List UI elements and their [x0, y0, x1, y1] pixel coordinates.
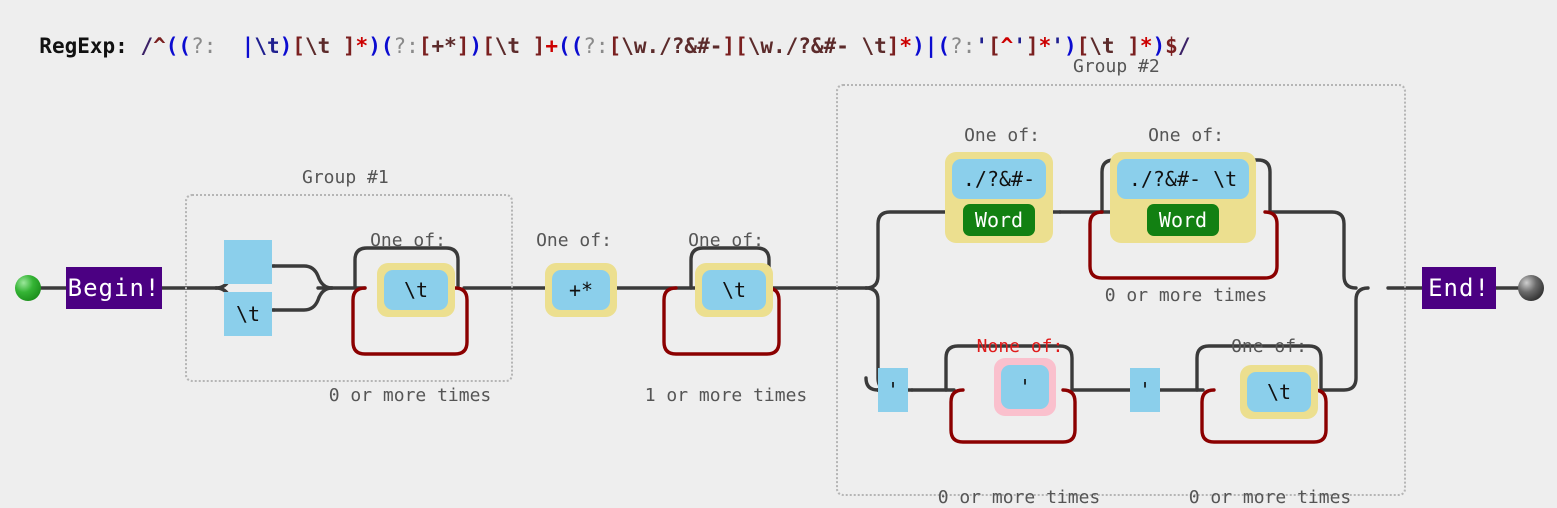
- g2-trail-oneof-wrapper: \t: [1240, 365, 1318, 419]
- g2-word-rest-word-token: Word: [1146, 204, 1220, 236]
- g2-word-rest-quantifier: 0 or more times: [1104, 285, 1268, 306]
- tabspace-chars: \t: [702, 270, 766, 310]
- end-terminal-dot: [1518, 275, 1544, 301]
- g2-trail-label: One of:: [1231, 336, 1307, 357]
- plusstar-oneof-wrapper: +*: [545, 263, 617, 317]
- not-quote-chars: ': [1001, 365, 1049, 409]
- quote-close-node[interactable]: ': [1130, 368, 1160, 412]
- g2-word-first-word-token: Word: [962, 204, 1036, 236]
- g1-class-node[interactable]: \t: [377, 263, 455, 317]
- railroad-diagram: Begin! End! Group #1 \t One of: \t 0 or …: [0, 44, 1557, 508]
- g2-word-rest-node[interactable]: ./?&#- \t Word: [1110, 152, 1256, 243]
- quote-open-literal: ': [878, 368, 908, 412]
- tabspace-quantifier: 1 or more times: [644, 385, 808, 406]
- g2-trail-node[interactable]: \t: [1240, 365, 1318, 419]
- g1-class-label: One of:: [370, 230, 446, 251]
- g1-alt-space-literal: [224, 240, 272, 284]
- g1-alt-space-node[interactable]: [224, 240, 272, 284]
- g2-word-rest-label: One of:: [1148, 125, 1224, 146]
- g2-word-first-oneof-wrapper: ./?&#- Word: [945, 152, 1053, 243]
- tabspace-oneof-wrapper: \t: [695, 263, 773, 317]
- end-node[interactable]: End!: [1422, 267, 1496, 309]
- quote-close-literal: ': [1130, 368, 1160, 412]
- plusstar-node[interactable]: +*: [545, 263, 617, 317]
- begin-node[interactable]: Begin!: [66, 267, 162, 309]
- plusstar-label: One of:: [536, 230, 612, 251]
- g2-word-rest-chars: ./?&#- \t: [1117, 159, 1249, 199]
- not-quote-node[interactable]: ': [994, 358, 1056, 416]
- g1-class-chars: \t: [384, 270, 448, 310]
- group2-title: Group #2: [1073, 56, 1160, 77]
- group1-frame: [185, 194, 513, 382]
- plusstar-chars: +*: [552, 270, 610, 310]
- quote-open-node[interactable]: ': [878, 368, 908, 412]
- g1-alt-tab-node[interactable]: \t: [224, 292, 272, 336]
- g2-word-first-label: One of:: [964, 125, 1040, 146]
- g2-word-first-chars: ./?&#-: [952, 159, 1046, 199]
- g1-class-oneof-wrapper: \t: [377, 263, 455, 317]
- g2-word-rest-oneof-wrapper: ./?&#- \t Word: [1110, 152, 1256, 243]
- start-terminal-dot: [15, 275, 41, 301]
- not-quote-noneof-wrapper: ': [994, 358, 1056, 416]
- tabspace-label: One of:: [688, 230, 764, 251]
- group1-title: Group #1: [302, 167, 389, 188]
- g2-trail-chars: \t: [1247, 372, 1311, 412]
- g2-word-first-node[interactable]: ./?&#- Word: [945, 152, 1053, 243]
- g1-alt-tab-literal: \t: [224, 292, 272, 336]
- g1-class-quantifier: 0 or more times: [328, 385, 492, 406]
- tabspace-node[interactable]: \t: [695, 263, 773, 317]
- not-quote-label: None of:: [976, 336, 1064, 357]
